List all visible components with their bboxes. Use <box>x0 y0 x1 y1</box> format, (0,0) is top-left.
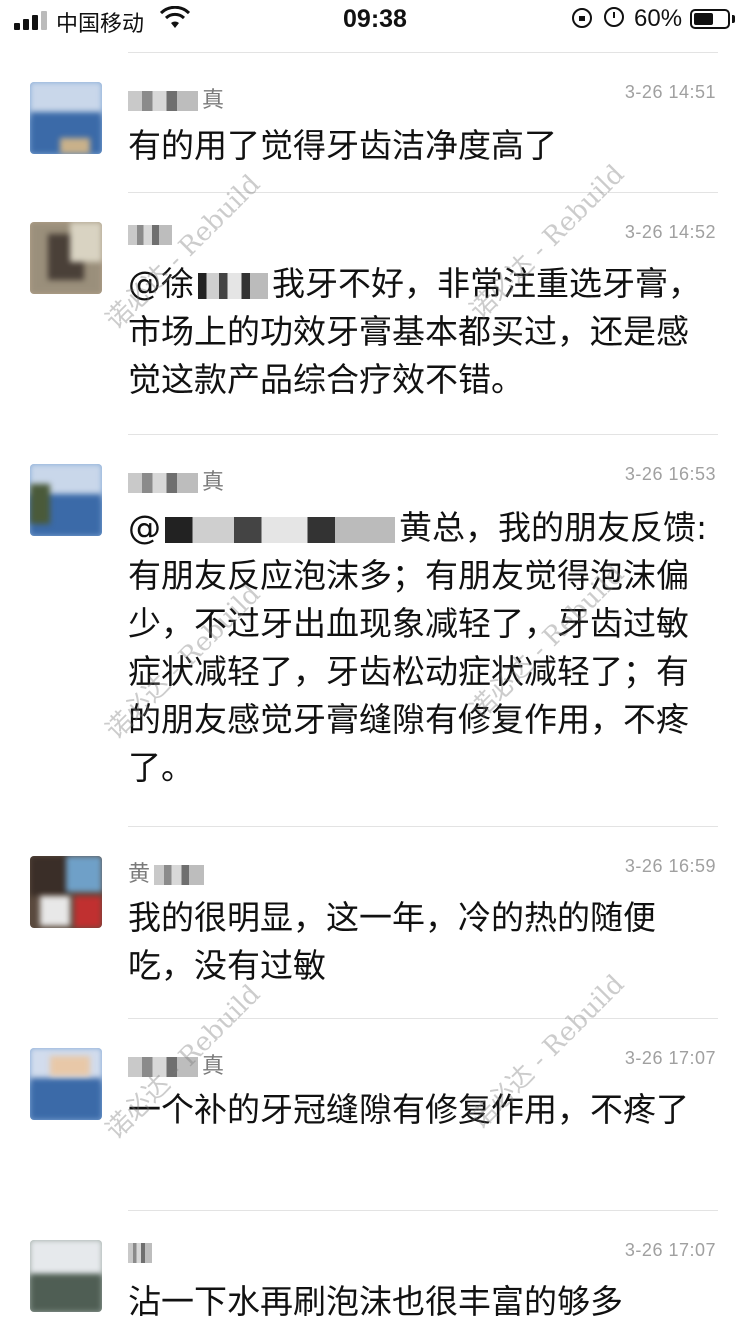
commenter-name <box>128 1240 156 1265</box>
comment-text: 有的用了觉得牙齿洁净度高了 <box>128 126 557 165</box>
avatar[interactable] <box>30 82 102 154</box>
comment-time: 3-26 14:52 <box>624 222 716 242</box>
commenter-name: 真 <box>128 1048 224 1080</box>
comment-text: 一个补的牙冠缝隙有修复作用，不疼了 <box>128 1090 689 1129</box>
commenter-name: 黄 <box>128 856 208 888</box>
avatar[interactable] <box>30 856 102 928</box>
battery-icon <box>690 9 730 29</box>
divider <box>128 52 718 53</box>
comment-text: 沾一下水再刷泡沫也很丰富的够多 <box>128 1282 623 1321</box>
commenter-name: 真 <box>128 82 224 114</box>
comment-text: @ 黄总，我的朋友反馈:有朋友反应泡沫多；有朋友觉得泡沫偏少，不过牙出血现象减轻了… <box>128 508 708 787</box>
avatar[interactable] <box>30 1048 102 1120</box>
alarm-icon <box>604 7 624 27</box>
divider <box>128 826 718 827</box>
status-bar: 中国移动 09:38 60% <box>0 0 750 40</box>
divider <box>128 192 718 193</box>
comment-text: 我的很明显，这一年，冷的热的随便吃，没有过敏 <box>128 898 656 985</box>
comment-time: 3-26 16:53 <box>624 464 716 484</box>
divider <box>128 1210 718 1211</box>
avatar[interactable] <box>30 222 102 294</box>
comment-time: 3-26 17:07 <box>624 1240 716 1260</box>
comment-time: 3-26 14:51 <box>624 82 716 102</box>
commenter-name <box>128 222 176 247</box>
divider <box>128 1018 718 1019</box>
commenter-name: 真 <box>128 464 224 496</box>
comment-time: 3-26 17:07 <box>624 1048 716 1068</box>
divider <box>128 434 718 435</box>
battery-percent: 60% <box>634 5 683 32</box>
comment-time: 3-26 16:59 <box>624 856 716 876</box>
comment-text: @徐 我牙不好，非常注重选牙膏，市场上的功效牙膏基本都买过，还是感觉这款产品综合疗… <box>128 264 701 399</box>
rotation-lock-icon <box>572 8 592 28</box>
avatar[interactable] <box>30 1240 102 1312</box>
avatar[interactable] <box>30 464 102 536</box>
